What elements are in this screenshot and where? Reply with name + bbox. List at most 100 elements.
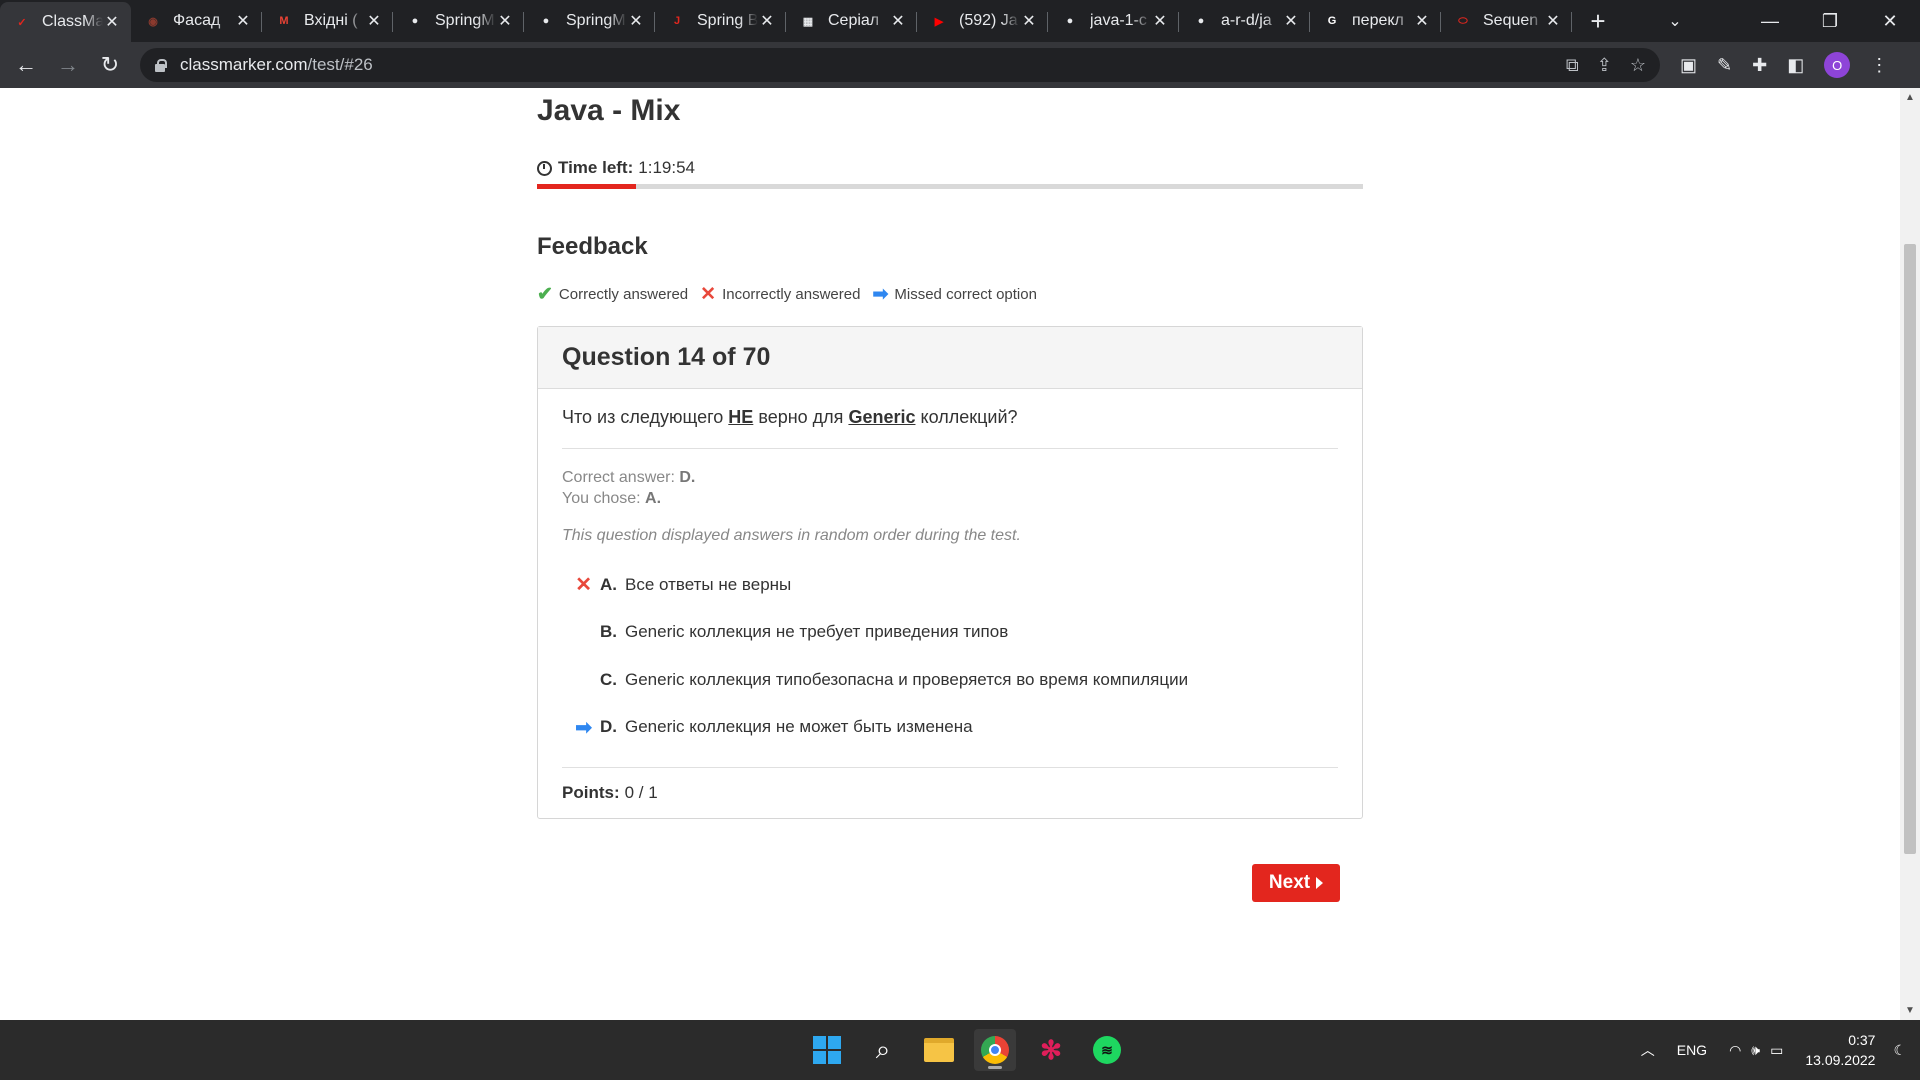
tab-close-icon[interactable]: ✕ bbox=[627, 11, 645, 31]
scroll-down-arrow-icon[interactable]: ▼ bbox=[1900, 1005, 1920, 1016]
language-indicator[interactable]: ENG bbox=[1677, 1042, 1707, 1058]
cross-icon: ✕ bbox=[575, 574, 592, 597]
question-text: Что из следующего НЕ верно для Generic к… bbox=[562, 389, 1338, 449]
tab-favicon-icon: ● bbox=[1197, 15, 1205, 27]
tab-close-icon[interactable]: ✕ bbox=[1413, 11, 1431, 31]
tab-close-icon[interactable]: ✕ bbox=[496, 11, 514, 31]
tab-favicon-icon: ⬭ bbox=[1458, 14, 1468, 27]
checkmark-icon: ✔ bbox=[537, 284, 553, 305]
url-host: classmarker.com bbox=[180, 55, 308, 74]
tab-close-icon[interactable]: ✕ bbox=[234, 11, 252, 31]
tab-close-icon[interactable]: ✕ bbox=[365, 11, 383, 31]
scroll-up-arrow-icon[interactable]: ▲ bbox=[1900, 92, 1920, 103]
restore-button[interactable]: ❐ bbox=[1800, 0, 1860, 42]
tab-title: Серіал bbox=[828, 12, 880, 29]
extensions-puzzle-icon[interactable]: ✚ bbox=[1752, 55, 1767, 76]
legend-missed: Missed correct option bbox=[894, 286, 1037, 303]
timer-progress-fill bbox=[537, 184, 637, 189]
feedback-legend: ✔ Correctly answered ✕ Incorrectly answere… bbox=[537, 285, 1363, 304]
browser-tab[interactable]: ● SpringM ✕ bbox=[393, 0, 524, 42]
clock-time: 0:37 bbox=[1848, 1032, 1876, 1048]
answer-option: ➡ D. Generic коллекция не может быть измен… bbox=[562, 704, 1338, 752]
browser-tab[interactable]: ● java-1-c ✕ bbox=[1048, 0, 1179, 42]
correct-answer-value: D. bbox=[679, 469, 696, 486]
address-bar[interactable]: classmarker.com/test/#26 ⧉ ⇪ ☆ bbox=[140, 48, 1660, 82]
scrollbar-thumb[interactable] bbox=[1904, 244, 1916, 854]
legend-incorrect: Incorrectly answered bbox=[722, 286, 861, 303]
question-text-part: верно для bbox=[758, 407, 844, 427]
search-button[interactable]: ⌕ bbox=[862, 1029, 904, 1071]
answer-options: ✕ A. Все ответы не верны B. Generic коллекци… bbox=[562, 561, 1338, 768]
lock-icon[interactable] bbox=[154, 58, 167, 72]
browser-tab[interactable]: ✓ ClassMarker✕ bbox=[0, 2, 131, 42]
chrome-icon bbox=[981, 1036, 1009, 1064]
question-emphasis-generic: Generic bbox=[848, 407, 916, 427]
tab-close-icon[interactable]: ✕ bbox=[889, 11, 907, 31]
forward-button[interactable]: → bbox=[48, 45, 88, 85]
start-button[interactable] bbox=[806, 1029, 848, 1071]
clock-icon bbox=[537, 160, 552, 176]
random-order-note: This question displayed answers in rando… bbox=[562, 527, 1021, 544]
tab-favicon-icon: ✓ bbox=[17, 16, 27, 29]
share-icon[interactable]: ⇪ bbox=[1597, 55, 1612, 76]
browser-tab[interactable]: ◉ Фасад ✕ bbox=[131, 0, 262, 42]
tab-favicon-icon: ● bbox=[1066, 15, 1074, 27]
browser-tab[interactable]: M Вхідні (✕ bbox=[262, 0, 393, 42]
question-card: Question 14 of 70 Что из следующего НЕ в… bbox=[537, 326, 1363, 819]
chrome-taskbar-button[interactable] bbox=[974, 1029, 1016, 1071]
pen-extension-icon[interactable]: ✎ bbox=[1717, 55, 1732, 76]
wifi-icon[interactable]: ◠ bbox=[1729, 1042, 1741, 1059]
question-text-part: коллекций? bbox=[920, 407, 1018, 427]
browser-toolbar: ← → ↻ classmarker.com/test/#26 ⧉ ⇪ ☆ ▣ ✎… bbox=[0, 42, 1920, 88]
correct-answer-label: Correct answer: bbox=[562, 469, 675, 486]
new-tab-button[interactable]: + bbox=[1578, 0, 1618, 42]
tab-close-icon[interactable]: ✕ bbox=[1020, 11, 1038, 31]
taskbar-clock[interactable]: 0:37 13.09.2022 bbox=[1805, 1030, 1875, 1070]
notifications-icon[interactable]: ☾ bbox=[1893, 1042, 1906, 1059]
next-button[interactable]: Next bbox=[1252, 864, 1340, 902]
tab-title: Sequen bbox=[1483, 12, 1539, 29]
volume-icon[interactable]: 🕪 bbox=[1751, 1042, 1760, 1059]
option-letter: D. bbox=[600, 717, 617, 737]
tab-close-icon[interactable]: ✕ bbox=[1282, 11, 1300, 31]
tab-search-chevron-icon[interactable]: ⌄ bbox=[1650, 0, 1700, 42]
cross-icon: ✕ bbox=[700, 284, 717, 305]
browser-tab[interactable]: ▦ Серіал ✕ bbox=[786, 0, 917, 42]
minimize-button[interactable]: — bbox=[1740, 0, 1800, 42]
browser-tab[interactable]: ● SpringM ✕ bbox=[524, 0, 655, 42]
show-hidden-icons-chevron-icon[interactable]: ︿ bbox=[1641, 1040, 1655, 1060]
translate-icon[interactable]: ⧉ bbox=[1566, 55, 1579, 76]
menu-icon[interactable]: ⋮ bbox=[1870, 55, 1888, 76]
next-button-label: Next bbox=[1268, 872, 1311, 893]
extension-icon[interactable]: ▣ bbox=[1680, 55, 1697, 76]
battery-icon[interactable]: ▭ bbox=[1770, 1042, 1783, 1059]
browser-tab[interactable]: ⬭ Sequen ✕ bbox=[1441, 0, 1572, 42]
tab-title: SpringM bbox=[566, 12, 626, 29]
page-scrollbar[interactable]: ▲ ▼ bbox=[1900, 88, 1920, 1020]
bookmark-star-icon[interactable]: ☆ bbox=[1630, 55, 1646, 76]
tab-close-icon[interactable]: ✕ bbox=[1151, 11, 1169, 31]
file-explorer-button[interactable] bbox=[918, 1029, 960, 1071]
back-button[interactable]: ← bbox=[6, 45, 46, 85]
tab-close-icon[interactable]: ✕ bbox=[758, 11, 776, 31]
test-content: Java - Mix Time left: 1:19:54 Feedback ✔… bbox=[537, 88, 1363, 819]
spotify-taskbar-button[interactable]: ≋ bbox=[1086, 1029, 1128, 1071]
points: Points: 0 / 1 bbox=[562, 768, 1338, 818]
reload-button[interactable]: ↻ bbox=[90, 45, 130, 85]
browser-tab[interactable]: ▶ (592) Ja ✕ bbox=[917, 0, 1048, 42]
browser-tab[interactable]: Gперекл ✕ bbox=[1310, 0, 1441, 42]
arrow-right-icon: ➡ bbox=[575, 716, 592, 739]
tab-close-icon[interactable]: ✕ bbox=[1544, 11, 1562, 31]
option-letter: A. bbox=[600, 574, 617, 594]
tab-list: ✓ClassMarker✕◉Фасад✕MВхідні (✕●SpringM✕●… bbox=[0, 0, 1572, 42]
arrow-right-icon: ➡ bbox=[872, 284, 889, 305]
profile-avatar[interactable]: O bbox=[1824, 52, 1851, 78]
browser-tab[interactable]: ● a-r-d/ja ✕ bbox=[1179, 0, 1310, 42]
tab-close-icon[interactable]: ✕ bbox=[103, 12, 121, 32]
slack-taskbar-button[interactable]: ✻ bbox=[1030, 1029, 1072, 1071]
tab-title: SpringM bbox=[435, 12, 495, 29]
close-window-button[interactable]: ✕ bbox=[1860, 0, 1920, 42]
tab-favicon-icon: ▦ bbox=[802, 15, 814, 28]
browser-tab[interactable]: J Spring B ✕ bbox=[655, 0, 786, 42]
side-panel-icon[interactable]: ◧ bbox=[1787, 55, 1804, 76]
